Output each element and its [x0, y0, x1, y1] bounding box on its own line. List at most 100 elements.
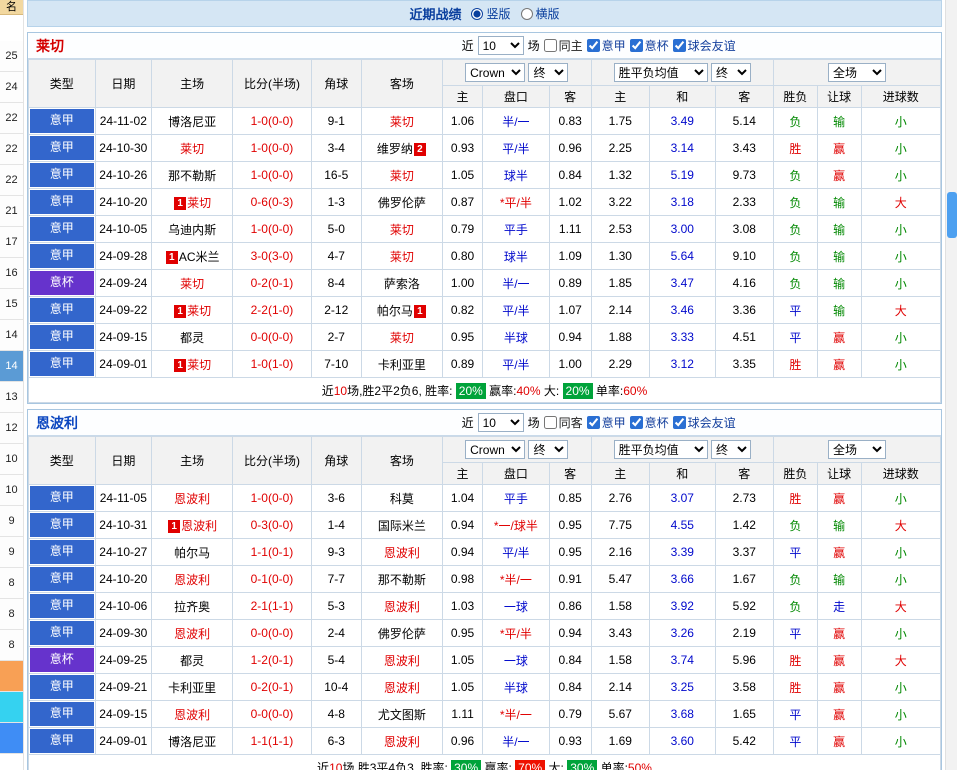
vertical-scrollbar[interactable]: [945, 0, 957, 770]
filter-serie-a[interactable]: 意甲: [587, 414, 626, 431]
away-team-link[interactable]: 帕尔马: [377, 304, 413, 318]
layout-option-horizontal[interactable]: 横版: [521, 5, 560, 22]
away-team-link[interactable]: 恩波利: [384, 546, 420, 560]
league-badge[interactable]: 意甲: [30, 594, 94, 618]
scope-select[interactable]: 全场: [828, 440, 886, 459]
friendly-checkbox[interactable]: [673, 39, 686, 52]
odds-stage-select[interactable]: 终: [528, 63, 568, 82]
home-team-link[interactable]: 莱切: [187, 196, 211, 210]
home-team-link[interactable]: 恩波利: [174, 627, 210, 641]
league-badge[interactable]: 意甲: [30, 352, 94, 376]
team-name-link[interactable]: 莱切: [36, 36, 64, 56]
league-badge[interactable]: 意甲: [30, 298, 94, 322]
same-venue-checkbox[interactable]: [544, 39, 557, 52]
team-name-link[interactable]: 恩波利: [36, 413, 78, 433]
away-team-link[interactable]: 佛罗伦萨: [378, 196, 426, 210]
home-team-link[interactable]: 帕尔马: [174, 546, 210, 560]
scope-select[interactable]: 全场: [828, 63, 886, 82]
home-team-link[interactable]: 恩波利: [174, 573, 210, 587]
league-badge[interactable]: 意甲: [30, 325, 94, 349]
home-team-link[interactable]: 都灵: [180, 654, 204, 668]
away-team-link[interactable]: 佛罗伦萨: [378, 627, 426, 641]
league-badge[interactable]: 意甲: [30, 540, 94, 564]
league-badge[interactable]: 意甲: [30, 702, 94, 726]
home-team-link[interactable]: 乌迪内斯: [168, 223, 216, 237]
away-team-link[interactable]: 科莫: [390, 492, 414, 506]
home-team-link[interactable]: 那不勒斯: [168, 169, 216, 183]
league-badge[interactable]: 意甲: [30, 621, 94, 645]
bookmaker-select[interactable]: Crown: [465, 440, 525, 459]
away-team-link[interactable]: 恩波利: [384, 600, 420, 614]
avg-odds-select[interactable]: 胜平负均值: [614, 63, 708, 82]
away-team-link[interactable]: 莱切: [390, 115, 414, 129]
vertical-radio[interactable]: [471, 8, 483, 20]
filter-coppa[interactable]: 意杯: [630, 414, 669, 431]
home-team-link[interactable]: 拉齐奥: [174, 600, 210, 614]
league-badge[interactable]: 意甲: [30, 109, 94, 133]
cell-score-link[interactable]: 0-0(0-0): [233, 324, 311, 351]
league-badge[interactable]: 意甲: [30, 244, 94, 268]
cell-score-link[interactable]: 0-6(0-3): [233, 189, 311, 216]
cell-score-link[interactable]: 2-2(1-0): [233, 297, 311, 324]
bookmaker-select[interactable]: Crown: [465, 63, 525, 82]
league-badge[interactable]: 意甲: [30, 729, 94, 753]
away-team-link[interactable]: 恩波利: [384, 681, 420, 695]
cell-score-link[interactable]: 1-0(0-0): [233, 108, 311, 135]
home-team-link[interactable]: 恩波利: [174, 708, 210, 722]
cell-score-link[interactable]: 1-0(0-0): [233, 216, 311, 243]
avg-odds-select[interactable]: 胜平负均值: [614, 440, 708, 459]
cell-score-link[interactable]: 0-2(0-1): [233, 270, 311, 297]
coppa-checkbox[interactable]: [630, 416, 643, 429]
home-team-link[interactable]: 博洛尼亚: [168, 735, 216, 749]
same-venue-checkbox[interactable]: [544, 416, 557, 429]
away-team-link[interactable]: 莱切: [390, 331, 414, 345]
layout-option-vertical[interactable]: 竖版: [471, 5, 510, 22]
cell-score-link[interactable]: 1-1(1-1): [233, 728, 311, 755]
recent-count-select[interactable]: 10: [478, 413, 524, 432]
filter-coppa[interactable]: 意杯: [630, 37, 669, 54]
serie-a-checkbox[interactable]: [587, 39, 600, 52]
league-badge[interactable]: 意甲: [30, 486, 94, 510]
away-team-link[interactable]: 莱切: [390, 169, 414, 183]
home-team-link[interactable]: 恩波利: [174, 492, 210, 506]
away-team-link[interactable]: 那不勒斯: [378, 573, 426, 587]
league-badge[interactable]: 意甲: [30, 163, 94, 187]
home-team-link[interactable]: 莱切: [180, 277, 204, 291]
friendly-checkbox[interactable]: [673, 416, 686, 429]
cell-score-link[interactable]: 1-0(0-0): [233, 135, 311, 162]
away-team-link[interactable]: 卡利亚里: [378, 358, 426, 372]
cell-score-link[interactable]: 0-2(0-1): [233, 674, 311, 701]
recent-count-select[interactable]: 10: [478, 36, 524, 55]
home-team-link[interactable]: 恩波利: [181, 519, 217, 533]
away-team-link[interactable]: 莱切: [390, 223, 414, 237]
filter-serie-a[interactable]: 意甲: [587, 37, 626, 54]
home-team-link[interactable]: 卡利亚里: [168, 681, 216, 695]
cell-score-link[interactable]: 1-1(0-1): [233, 539, 311, 566]
filter-friendly[interactable]: 球会友谊: [673, 37, 736, 54]
home-team-link[interactable]: AC米兰: [179, 250, 220, 264]
cell-score-link[interactable]: 0-3(0-0): [233, 512, 311, 539]
home-team-link[interactable]: 莱切: [187, 358, 211, 372]
league-badge[interactable]: 意甲: [30, 567, 94, 591]
away-team-link[interactable]: 萨索洛: [384, 277, 420, 291]
league-badge[interactable]: 意甲: [30, 675, 94, 699]
filter-friendly[interactable]: 球会友谊: [673, 414, 736, 431]
cell-score-link[interactable]: 3-0(3-0): [233, 243, 311, 270]
home-team-link[interactable]: 莱切: [187, 304, 211, 318]
cell-score-link[interactable]: 1-0(0-0): [233, 162, 311, 189]
home-team-link[interactable]: 莱切: [180, 142, 204, 156]
league-badge[interactable]: 意甲: [30, 217, 94, 241]
filter-same-venue[interactable]: 同客: [544, 414, 583, 431]
cell-score-link[interactable]: 1-2(0-1): [233, 647, 311, 674]
away-team-link[interactable]: 恩波利: [384, 735, 420, 749]
horizontal-radio[interactable]: [521, 8, 533, 20]
away-team-link[interactable]: 维罗纳: [377, 142, 413, 156]
away-team-link[interactable]: 尤文图斯: [378, 708, 426, 722]
cell-score-link[interactable]: 2-1(1-1): [233, 593, 311, 620]
odds-stage-select[interactable]: 终: [528, 440, 568, 459]
filter-same-venue[interactable]: 同主: [544, 37, 583, 54]
coppa-checkbox[interactable]: [630, 39, 643, 52]
home-team-link[interactable]: 博洛尼亚: [168, 115, 216, 129]
avg-stage-select[interactable]: 终: [711, 440, 751, 459]
serie-a-checkbox[interactable]: [587, 416, 600, 429]
